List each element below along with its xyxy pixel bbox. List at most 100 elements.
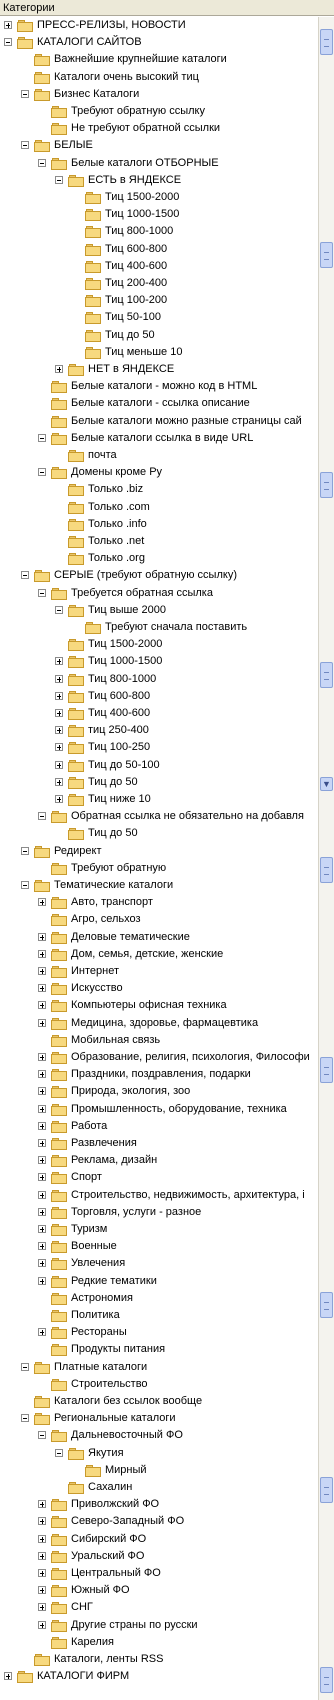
- tree-item[interactable]: БЕЛЫЕ: [0, 137, 318, 154]
- tree-item[interactable]: Белые каталоги ссылка в виде URL: [0, 430, 318, 447]
- scrollbar-thumb[interactable]: [320, 1057, 333, 1083]
- tree-item[interactable]: Тиц 100-200: [0, 292, 318, 309]
- tree-item[interactable]: Центральный ФО: [0, 1565, 318, 1582]
- tree-item[interactable]: почта: [0, 447, 318, 464]
- tree-item[interactable]: Агро, сельхоз: [0, 911, 318, 928]
- expand-plus-icon[interactable]: [38, 1603, 46, 1612]
- tree-item[interactable]: Мирный: [0, 1462, 318, 1479]
- collapse-minus-icon[interactable]: [21, 1362, 29, 1371]
- tree-item[interactable]: Сахалин: [0, 1479, 318, 1496]
- tree-item[interactable]: Строительство, недвижимость, архитектура…: [0, 1187, 318, 1204]
- expand-plus-icon[interactable]: [55, 365, 63, 373]
- tree-item[interactable]: Тиц 600-800: [0, 688, 318, 705]
- scrollbar-thumb[interactable]: [320, 857, 333, 883]
- tree-item[interactable]: Карелия: [0, 1634, 318, 1651]
- tree-item[interactable]: Спорт: [0, 1169, 318, 1186]
- expand-plus-icon[interactable]: [38, 1156, 46, 1165]
- expand-plus-icon[interactable]: [38, 1225, 46, 1233]
- tree-item[interactable]: Приволжский ФО: [0, 1496, 318, 1513]
- tree-item[interactable]: Тиц до 50: [0, 774, 318, 791]
- collapse-minus-icon[interactable]: [21, 89, 29, 98]
- tree-item[interactable]: Белые каталоги - можно код в HTML: [0, 378, 318, 395]
- tree-item[interactable]: Белые каталоги - ссылка описание: [0, 395, 318, 412]
- tree-item[interactable]: Только .biz: [0, 481, 318, 498]
- collapse-minus-icon[interactable]: [21, 141, 29, 150]
- tree-item[interactable]: Только .com: [0, 499, 318, 516]
- collapse-minus-icon[interactable]: [38, 158, 46, 167]
- scroll-down-arrow[interactable]: ▼: [320, 777, 333, 791]
- expand-plus-icon[interactable]: [38, 1620, 46, 1629]
- tree-item[interactable]: Требуют обратную ссылку: [0, 103, 318, 120]
- tree-item[interactable]: Требуется обратная ссылка: [0, 585, 318, 602]
- tree-item[interactable]: Редкие тематики: [0, 1273, 318, 1290]
- expand-plus-icon[interactable]: [38, 932, 46, 941]
- expand-plus-icon[interactable]: [38, 1259, 46, 1268]
- expand-plus-icon[interactable]: [4, 21, 12, 29]
- collapse-minus-icon[interactable]: [21, 881, 29, 889]
- tree-item[interactable]: Только .org: [0, 550, 318, 567]
- expand-plus-icon[interactable]: [38, 1242, 46, 1251]
- tree-item[interactable]: КАТАЛОГИ САЙТОВ: [0, 34, 318, 51]
- tree-item[interactable]: Тиц меньше 10: [0, 344, 318, 361]
- tree-item[interactable]: Обратная ссылка не обязательно на добавл…: [0, 808, 318, 825]
- tree-item[interactable]: Авто, транспорт: [0, 894, 318, 911]
- column-header[interactable]: Категории: [0, 0, 334, 16]
- tree-item[interactable]: Политика: [0, 1307, 318, 1324]
- tree-item[interactable]: Региональные каталоги: [0, 1410, 318, 1427]
- tree-item[interactable]: Тиц 100-250: [0, 739, 318, 756]
- expand-plus-icon[interactable]: [55, 657, 63, 666]
- expand-plus-icon[interactable]: [4, 1672, 12, 1681]
- tree-item[interactable]: Тиц до 50-100: [0, 757, 318, 774]
- tree-item[interactable]: КАТАЛОГИ ФИРМ: [0, 1668, 318, 1685]
- tree-item[interactable]: Тиц 1500-2000: [0, 636, 318, 653]
- tree-item[interactable]: СЕРЫЕ (требуют обратную ссылку): [0, 567, 318, 584]
- expand-plus-icon[interactable]: [38, 1517, 46, 1526]
- tree-item[interactable]: Тиц 200-400: [0, 275, 318, 292]
- tree-item[interactable]: Дальневосточный ФО: [0, 1427, 318, 1444]
- tree-item[interactable]: Тиц до 50: [0, 327, 318, 344]
- tree-item[interactable]: Реклама, дизайн: [0, 1152, 318, 1169]
- tree-item[interactable]: Платные каталоги: [0, 1359, 318, 1376]
- collapse-minus-icon[interactable]: [4, 38, 12, 47]
- collapse-minus-icon[interactable]: [38, 812, 46, 821]
- tree-item[interactable]: Строительство: [0, 1376, 318, 1393]
- tree-item[interactable]: Интернет: [0, 963, 318, 980]
- tree-item[interactable]: Домены кроме Ру: [0, 464, 318, 481]
- collapse-minus-icon[interactable]: [38, 1431, 46, 1440]
- tree-item[interactable]: Туризм: [0, 1221, 318, 1238]
- tree-item[interactable]: Тиц 400-600: [0, 705, 318, 722]
- collapse-minus-icon[interactable]: [21, 571, 29, 580]
- expand-plus-icon[interactable]: [38, 1018, 46, 1027]
- scrollbar-thumb[interactable]: [320, 1477, 333, 1503]
- vertical-scrollbar[interactable]: ▼: [318, 17, 334, 1700]
- tree-item[interactable]: Сибирский ФО: [0, 1531, 318, 1548]
- collapse-minus-icon[interactable]: [38, 433, 46, 442]
- tree-item[interactable]: Деловые тематические: [0, 929, 318, 946]
- tree-item[interactable]: Тиц 600-800: [0, 241, 318, 258]
- expand-plus-icon[interactable]: [38, 1087, 46, 1096]
- expand-plus-icon[interactable]: [38, 1551, 46, 1560]
- expand-plus-icon[interactable]: [55, 760, 63, 769]
- expand-plus-icon[interactable]: [38, 1328, 46, 1337]
- tree-item[interactable]: Только .info: [0, 516, 318, 533]
- expand-plus-icon[interactable]: [38, 1586, 46, 1595]
- expand-plus-icon[interactable]: [55, 674, 63, 683]
- tree-item[interactable]: Уральский ФО: [0, 1548, 318, 1565]
- collapse-minus-icon[interactable]: [55, 1448, 63, 1457]
- tree-item[interactable]: Рестораны: [0, 1324, 318, 1341]
- expand-plus-icon[interactable]: [55, 795, 63, 803]
- tree-item[interactable]: Мобильная связь: [0, 1032, 318, 1049]
- expand-plus-icon[interactable]: [38, 1070, 46, 1079]
- tree-item[interactable]: Тиц выше 2000: [0, 602, 318, 619]
- tree-item[interactable]: Белые каталоги можно разные страницы сай: [0, 413, 318, 430]
- expand-plus-icon[interactable]: [38, 1190, 46, 1199]
- expand-plus-icon[interactable]: [38, 1001, 46, 1010]
- tree-item[interactable]: тиц 250-400: [0, 722, 318, 739]
- category-tree[interactable]: ПРЕСС-РЕЛИЗЫ, НОВОСТИ КАТАЛОГИ САЙТОВ Важн…: [0, 17, 318, 1700]
- tree-item[interactable]: Каталоги, ленты RSS: [0, 1651, 318, 1668]
- tree-item[interactable]: Увлечения: [0, 1255, 318, 1272]
- tree-item[interactable]: Каталоги очень высокий тиц: [0, 69, 318, 86]
- expand-plus-icon[interactable]: [38, 1173, 46, 1182]
- tree-item[interactable]: Развлечения: [0, 1135, 318, 1152]
- tree-item[interactable]: Тиц 800-1000: [0, 671, 318, 688]
